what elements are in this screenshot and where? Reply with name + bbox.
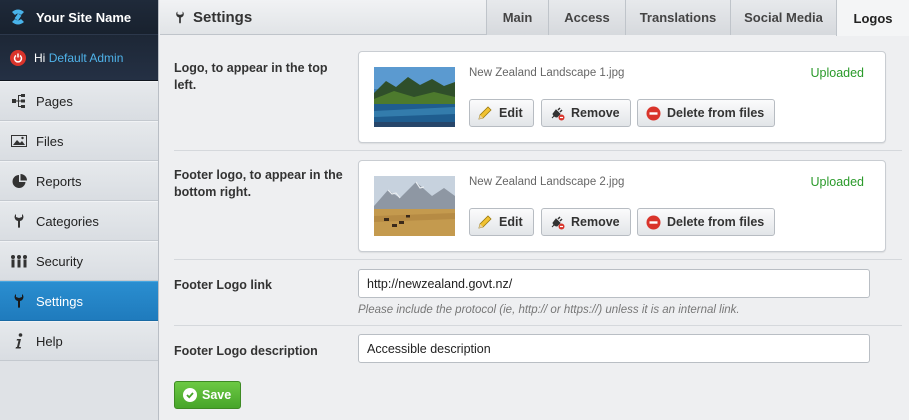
sidebar-item-label: Pages	[36, 93, 73, 109]
logo-thumbnail	[374, 67, 455, 127]
sitemap-icon	[10, 92, 28, 110]
footer-description-input[interactable]	[358, 334, 870, 363]
remove-label: Remove	[571, 215, 620, 229]
footer-logo-filename: New Zealand Landscape 2.jpg	[469, 176, 625, 188]
sidebar-item-security[interactable]: Security	[0, 241, 158, 281]
save-button[interactable]: Save	[174, 381, 241, 409]
people-icon	[10, 252, 28, 270]
user-bar: Hi Default Admin	[0, 34, 158, 81]
sidebar-item-pages[interactable]: Pages	[0, 81, 158, 121]
tab-access[interactable]: Access	[548, 0, 625, 35]
tab-main[interactable]: Main	[486, 0, 548, 35]
sidebar-item-help[interactable]: Help	[0, 321, 158, 361]
pencil-icon	[477, 105, 493, 121]
save-label: Save	[202, 388, 232, 402]
power-icon[interactable]	[10, 49, 26, 66]
footer-description-label: Footer Logo description	[174, 344, 318, 358]
footer-logo-remove-button[interactable]: Remove	[541, 208, 631, 236]
logo-icon	[7, 6, 29, 28]
delete-label: Delete from files	[667, 106, 765, 120]
user-link[interactable]: Default Admin	[49, 51, 124, 65]
tab-social-media[interactable]: Social Media	[730, 0, 836, 35]
sidebar-item-reports[interactable]: Reports	[0, 161, 158, 201]
unplug-icon	[549, 214, 565, 230]
sidebar-item-label: Categories	[36, 213, 99, 229]
remove-label: Remove	[571, 106, 620, 120]
page-title: Settings	[174, 0, 252, 35]
footer-link-row: Footer Logo link Please include the prot…	[174, 260, 902, 326]
footer-link-input[interactable]	[358, 269, 870, 298]
check-icon	[183, 388, 197, 402]
sidebar-item-label: Reports	[36, 173, 82, 189]
footer-logo-status: Uploaded	[810, 175, 864, 189]
delete-label: Delete from files	[667, 215, 765, 229]
logos-form: Logo, to appear in the top left. New Zea…	[160, 36, 909, 420]
image-icon	[10, 132, 28, 150]
wrench-icon	[10, 212, 28, 230]
logo-row: Logo, to appear in the top left. New Zea…	[174, 36, 902, 151]
sidebar-item-label: Security	[36, 253, 83, 269]
footer-logo-edit-button[interactable]: Edit	[469, 208, 534, 236]
footer-logo-delete-button[interactable]: Delete from files	[637, 208, 776, 236]
greeting-text: Hi	[34, 50, 46, 65]
pencil-icon	[477, 214, 493, 230]
sidebar-item-files[interactable]: Files	[0, 121, 158, 161]
sidebar-item-settings[interactable]: Settings	[0, 281, 158, 321]
edit-label: Edit	[499, 215, 523, 229]
pie-chart-icon	[10, 172, 28, 190]
wrench-icon	[10, 292, 28, 310]
site-name: Your Site Name	[36, 9, 132, 25]
tab-logos[interactable]: Logos	[836, 0, 909, 36]
logo-remove-button[interactable]: Remove	[541, 99, 631, 127]
tab-bar: Main Access Translations Social Media Lo…	[486, 0, 909, 36]
logo-edit-button[interactable]: Edit	[469, 99, 534, 127]
footer-description-row: Footer Logo description	[174, 326, 902, 372]
tab-translations[interactable]: Translations	[625, 0, 730, 35]
logo-file-box: New Zealand Landscape 1.jpg Uploaded Edi…	[358, 51, 886, 143]
unplug-icon	[549, 105, 565, 121]
wrench-icon	[174, 10, 186, 25]
footer-logo-file-box: New Zealand Landscape 2.jpg Uploaded Edi…	[358, 160, 886, 252]
info-icon	[10, 332, 28, 350]
footer-logo-thumbnail	[374, 176, 455, 236]
greeting: Hi Default Admin	[34, 51, 123, 65]
delete-icon	[645, 214, 661, 230]
sidebar-item-categories[interactable]: Categories	[0, 201, 158, 241]
brand-bar[interactable]: Your Site Name	[0, 0, 158, 34]
header: Settings Main Access Translations Social…	[160, 0, 909, 36]
footer-link-hint: Please include the protocol (ie, http://…	[358, 304, 740, 316]
delete-icon	[645, 105, 661, 121]
footer-logo-row: Footer logo, to appear in the bottom rig…	[174, 151, 902, 260]
logo-filename: New Zealand Landscape 1.jpg	[469, 67, 625, 79]
sidebar-item-label: Help	[36, 333, 63, 349]
footer-logo-label: Footer logo, to appear in the bottom rig…	[174, 168, 343, 199]
sidebar-item-label: Files	[36, 133, 64, 149]
page-title-text: Settings	[193, 9, 253, 26]
logo-status: Uploaded	[810, 66, 864, 80]
sidebar: Your Site Name Hi Default Admin Pages Fi…	[0, 0, 159, 420]
logo-label: Logo, to appear in the top left.	[174, 61, 328, 92]
sidebar-item-label: Settings	[36, 293, 83, 309]
edit-label: Edit	[499, 106, 523, 120]
footer-link-label: Footer Logo link	[174, 278, 272, 292]
logo-delete-button[interactable]: Delete from files	[637, 99, 776, 127]
